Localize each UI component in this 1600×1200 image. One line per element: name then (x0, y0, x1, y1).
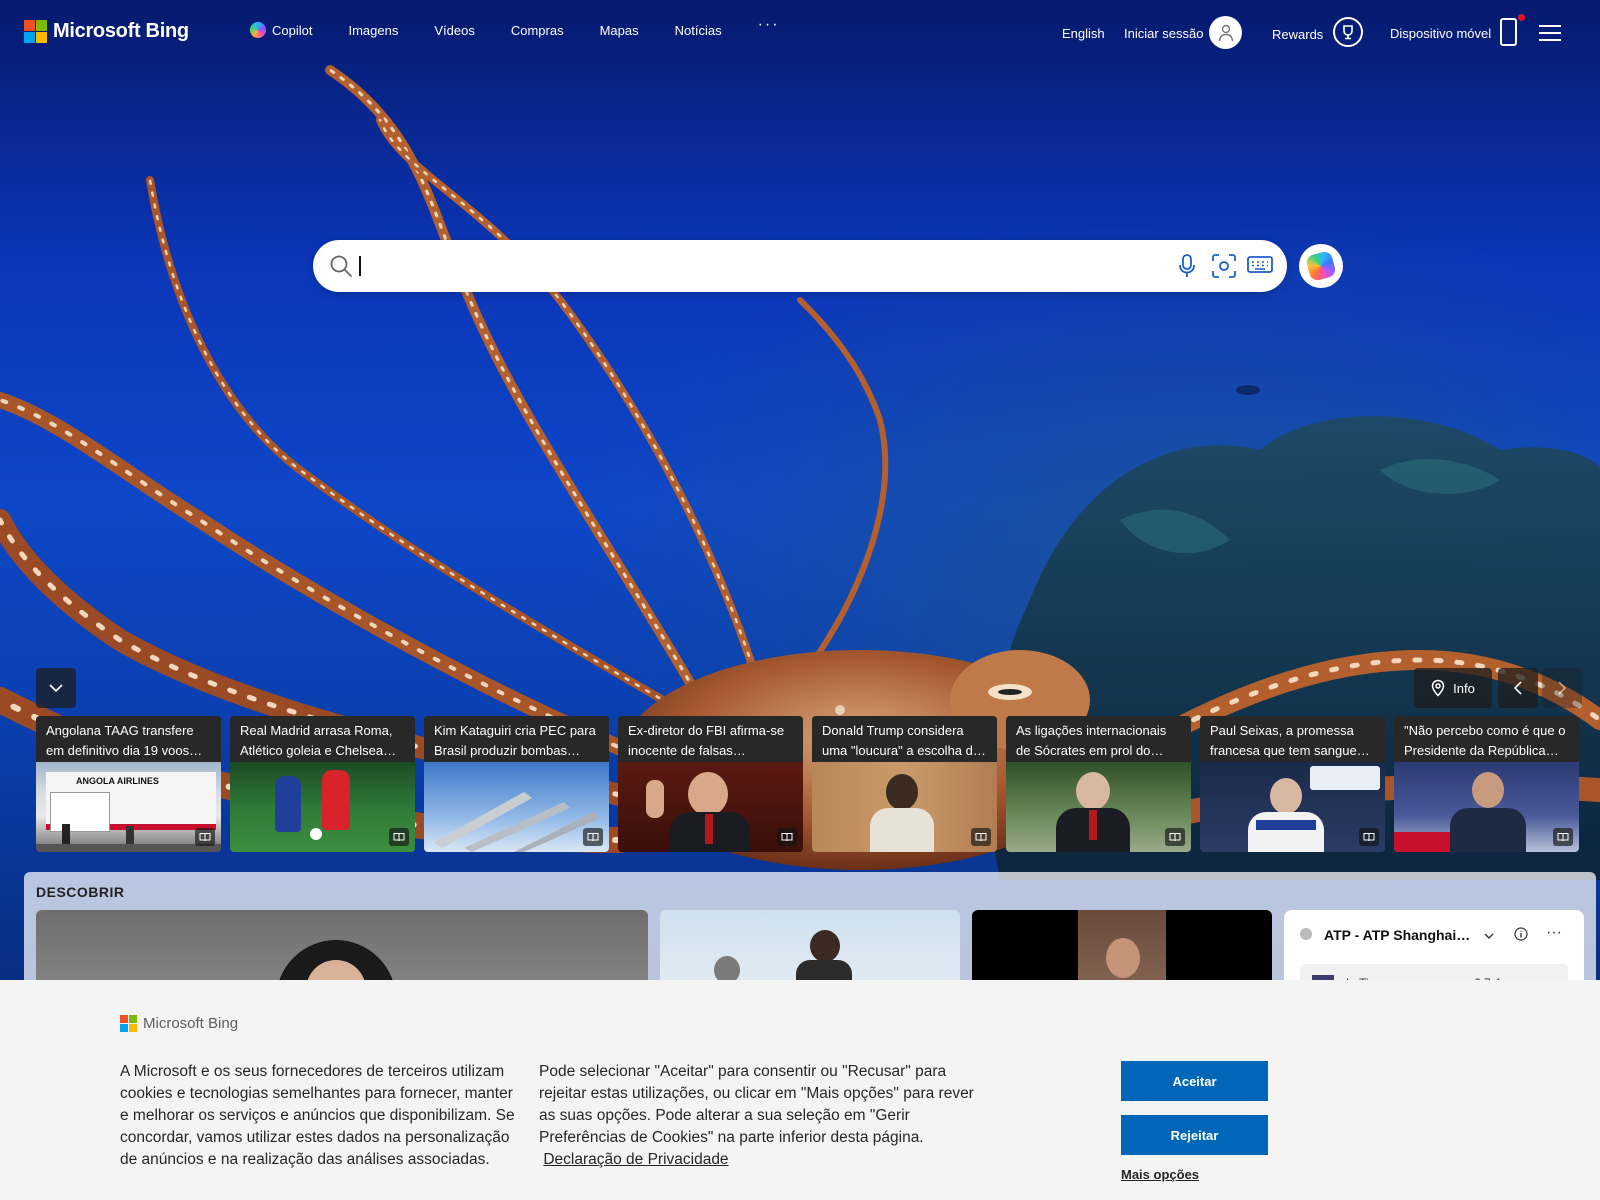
news-thumbnail (424, 762, 609, 852)
accept-button[interactable]: Aceitar (1121, 1061, 1268, 1101)
microsoft-logo-icon (24, 20, 47, 43)
collapse-button[interactable] (36, 668, 76, 708)
copilot-icon (250, 22, 266, 38)
phone-icon[interactable] (1500, 18, 1517, 46)
logo-text: Microsoft Bing (53, 20, 189, 42)
info-icon[interactable] (1514, 927, 1528, 941)
previous-image-button[interactable] (1498, 668, 1538, 708)
news-card[interactable]: Real Madrid arrasa Roma, Atlético goleia… (230, 716, 415, 852)
avatar-icon[interactable] (1209, 16, 1242, 49)
cookie-text-right-block: Pode selecionar "Aceitar" para consentir… (539, 1061, 989, 1171)
news-title: "Não percebo como é que o Presidente da … (1394, 716, 1579, 762)
chevron-down-icon[interactable] (1484, 932, 1494, 940)
news-thumbnail (1394, 762, 1579, 852)
nav-item-shopping[interactable]: Compras (511, 22, 564, 38)
news-card[interactable]: Paul Seixas, a promessa francesa que tem… (1200, 716, 1385, 852)
top-header: Microsoft Bing Copilot Imagens Vídeos Co… (0, 0, 1600, 66)
cookie-logo-text: Microsoft Bing (143, 1015, 239, 1032)
read-article-icon (389, 828, 409, 846)
news-card[interactable]: Angolana TAAG transfere em definitivo di… (36, 716, 221, 852)
read-article-icon (195, 828, 215, 846)
privacy-statement-link[interactable]: Declaração de Privacidade (543, 1151, 728, 1168)
search-box (313, 240, 1287, 292)
discover-title: DESCOBRIR (36, 884, 125, 900)
news-title: Kim Kataguiri cria PEC para Brasil produ… (424, 716, 609, 762)
nav-item-news[interactable]: Notícias (675, 22, 722, 38)
nav-item-label: Imagens (348, 22, 399, 38)
cookie-text-left: A Microsoft e os seus fornecedores de te… (120, 1063, 515, 1168)
tournament-icon (1300, 928, 1312, 940)
more-options-icon[interactable]: ··· (1546, 924, 1562, 942)
nav-item-label: Notícias (674, 22, 722, 38)
search-icon (329, 254, 353, 283)
nav-item-label: Mapas (599, 22, 639, 38)
chevron-down-icon (49, 684, 63, 693)
news-title: Donald Trump considera uma "loucura" a e… (812, 716, 997, 762)
news-card[interactable]: As ligações internacionais de Sócrates e… (1006, 716, 1191, 852)
microsoft-logo-icon (120, 1015, 137, 1032)
widget-title: ATP - ATP Shanghai… (1324, 927, 1471, 943)
keyboard-icon[interactable] (1247, 255, 1273, 280)
cookie-banner: Microsoft Bing A Microsoft e os seus for… (0, 980, 1600, 1200)
bing-logo[interactable]: Microsoft Bing (24, 20, 189, 43)
news-thumbnail (1200, 762, 1385, 852)
airline-text: ANGOLA AIRLINES (76, 776, 159, 786)
news-title: Angolana TAAG transfere em definitivo di… (36, 716, 221, 762)
news-title: Ex-diretor do FBI afirma-se inocente de … (618, 716, 803, 762)
cookie-bing-logo: Microsoft Bing (120, 1015, 238, 1032)
news-carousel: Angolana TAAG transfere em definitivo di… (36, 716, 1580, 852)
news-card[interactable]: Kim Kataguiri cria PEC para Brasil produ… (424, 716, 609, 852)
news-title: As ligações internacionais de Sócrates e… (1006, 716, 1191, 762)
nav-more-button[interactable]: ··· (758, 16, 780, 38)
news-thumbnail (230, 762, 415, 852)
cookie-text-right: Pode selecionar "Aceitar" para consentir… (539, 1063, 974, 1146)
text-caret (359, 256, 361, 276)
main-nav: Copilot Imagens Vídeos Compras Mapas Not… (250, 16, 780, 38)
news-title: Real Madrid arrasa Roma, Atlético goleia… (230, 716, 415, 762)
nav-item-label: Vídeos (434, 22, 475, 38)
chevron-left-icon (1513, 681, 1522, 695)
read-article-icon (1359, 828, 1379, 846)
read-article-icon (1553, 828, 1573, 846)
sign-in-link[interactable]: Iniciar sessão (1124, 26, 1203, 41)
language-link[interactable]: English (1062, 26, 1105, 41)
news-thumbnail: ANGOLA AIRLINES (36, 762, 221, 852)
news-card[interactable]: Ex-diretor do FBI afirma-se inocente de … (618, 716, 803, 852)
news-thumbnail (812, 762, 997, 852)
copilot-icon (1305, 250, 1337, 282)
visual-search-icon[interactable] (1211, 253, 1237, 284)
news-thumbnail (618, 762, 803, 852)
reject-button[interactable]: Rejeitar (1121, 1115, 1268, 1155)
nav-item-videos[interactable]: Vídeos (434, 22, 474, 38)
mobile-link[interactable]: Dispositivo móvel (1390, 26, 1491, 41)
nav-item-label: Copilot (272, 22, 313, 38)
read-article-icon (1165, 828, 1185, 846)
nav-item-maps[interactable]: Mapas (600, 22, 639, 38)
nav-item-label: Compras (510, 22, 564, 38)
mic-icon[interactable] (1177, 253, 1197, 284)
notification-dot (1518, 14, 1525, 21)
chevron-right-icon (1558, 681, 1567, 695)
info-label: Info (1453, 680, 1475, 696)
image-info-button[interactable]: Info (1414, 668, 1492, 708)
more-options-link[interactable]: Mais opções (1121, 1167, 1199, 1182)
nav-item-images[interactable]: Imagens (348, 22, 398, 38)
news-title: Paul Seixas, a promessa francesa que tem… (1200, 716, 1385, 762)
read-article-icon (971, 828, 991, 846)
copilot-button[interactable] (1299, 244, 1343, 288)
next-image-button[interactable] (1542, 668, 1582, 708)
rewards-link[interactable]: Rewards (1272, 27, 1323, 42)
trophy-icon[interactable] (1333, 17, 1363, 47)
read-article-icon (777, 828, 797, 846)
news-card[interactable]: Donald Trump considera uma "loucura" a e… (812, 716, 997, 852)
location-pin-icon (1431, 679, 1445, 697)
menu-icon[interactable] (1539, 25, 1561, 41)
search-input[interactable] (363, 250, 1123, 282)
read-article-icon (583, 828, 603, 846)
news-thumbnail (1006, 762, 1191, 852)
nav-item-copilot[interactable]: Copilot (250, 22, 312, 38)
news-card[interactable]: "Não percebo como é que o Presidente da … (1394, 716, 1579, 852)
